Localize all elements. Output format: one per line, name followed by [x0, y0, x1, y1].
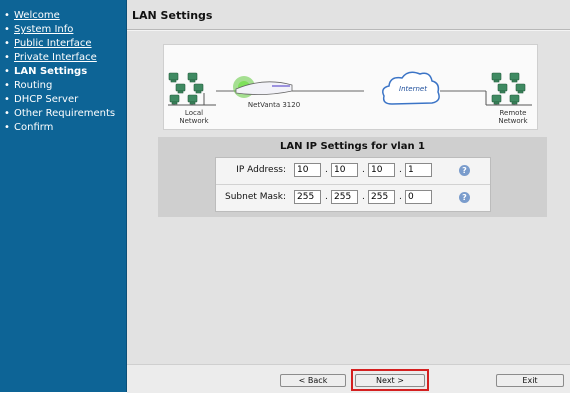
remote-network-label: Remote Network [498, 109, 528, 125]
sidebar-item-routing: • Routing [4, 80, 53, 91]
computer-network-icon [168, 72, 216, 106]
ip-octet-4[interactable] [405, 163, 432, 177]
ip-settings-heading: LAN IP Settings for vlan 1 [279, 141, 426, 152]
local-network-label: Local Network [179, 109, 209, 125]
sidebar-item-label[interactable]: Public Interface [14, 38, 92, 49]
ip-address-label: IP Address: [236, 165, 286, 175]
sidebar-item-label: Other Requirements [14, 108, 116, 119]
mask-octet-2[interactable] [331, 190, 358, 204]
ip-octet-2[interactable] [331, 163, 358, 177]
sidebar-item-lan-settings: • LAN Settings [4, 66, 88, 77]
sidebar-item-label[interactable]: System Info [14, 24, 73, 35]
ip-address-row: IP Address: . . . ? [216, 158, 490, 183]
subnet-mask-row: Subnet Mask: . . . ? [216, 184, 490, 210]
sidebar-item-label: Routing [14, 80, 53, 91]
mask-octet-1[interactable] [294, 190, 321, 204]
network-diagram: Local Network NetVanta 3120 Internet Rem… [163, 44, 538, 130]
sidebar-item-label[interactable]: Welcome [14, 10, 60, 21]
next-button[interactable]: Next > [355, 374, 425, 387]
mask-octet-3[interactable] [368, 190, 395, 204]
main-panel: LAN Settings Local Network NetVanta 3120… [127, 0, 570, 393]
sidebar-item-welcome[interactable]: • Welcome [4, 9, 126, 23]
sidebar-item-confirm: • Confirm [4, 122, 54, 133]
sidebar-item-label: DHCP Server [14, 94, 79, 105]
help-icon[interactable]: ? [459, 192, 470, 203]
ip-settings-form: IP Address: . . . ? Subnet Mask: . . . ? [215, 157, 491, 212]
sidebar-item-label: Confirm [14, 122, 54, 133]
sidebar-item-label[interactable]: Private Interface [14, 52, 97, 63]
device-label: NetVanta 3120 [247, 101, 301, 109]
back-button[interactable]: < Back [280, 374, 346, 387]
sidebar-item-other-requirements: • Other Requirements [4, 108, 116, 119]
ip-octet-3[interactable] [368, 163, 395, 177]
lan-ip-settings-panel: LAN IP Settings for vlan 1 IP Address: .… [158, 137, 547, 217]
page-title: LAN Settings [132, 9, 213, 22]
sidebar-item-label: LAN Settings [14, 66, 88, 77]
sidebar-item-dhcp-server: • DHCP Server [4, 94, 79, 105]
internet-label: Internet [399, 85, 427, 93]
wizard-sidebar: • Welcome • System Info • Public Interface … [0, 0, 127, 392]
title-divider [127, 29, 570, 31]
mask-octet-4[interactable] [405, 190, 432, 204]
exit-button[interactable]: Exit [496, 374, 564, 387]
help-icon[interactable]: ? [459, 165, 470, 176]
computer-network-icon [485, 72, 532, 106]
ip-octet-1[interactable] [294, 163, 321, 177]
wizard-button-bar: < Back Next > Exit [127, 364, 570, 393]
router-icon [233, 76, 293, 98]
sidebar-item-private-interface[interactable]: • Private Interface [4, 51, 126, 65]
sidebar-item-system-info[interactable]: • System Info [4, 23, 126, 37]
subnet-mask-label: Subnet Mask: [225, 192, 286, 202]
sidebar-item-public-interface[interactable]: • Public Interface [4, 37, 126, 51]
